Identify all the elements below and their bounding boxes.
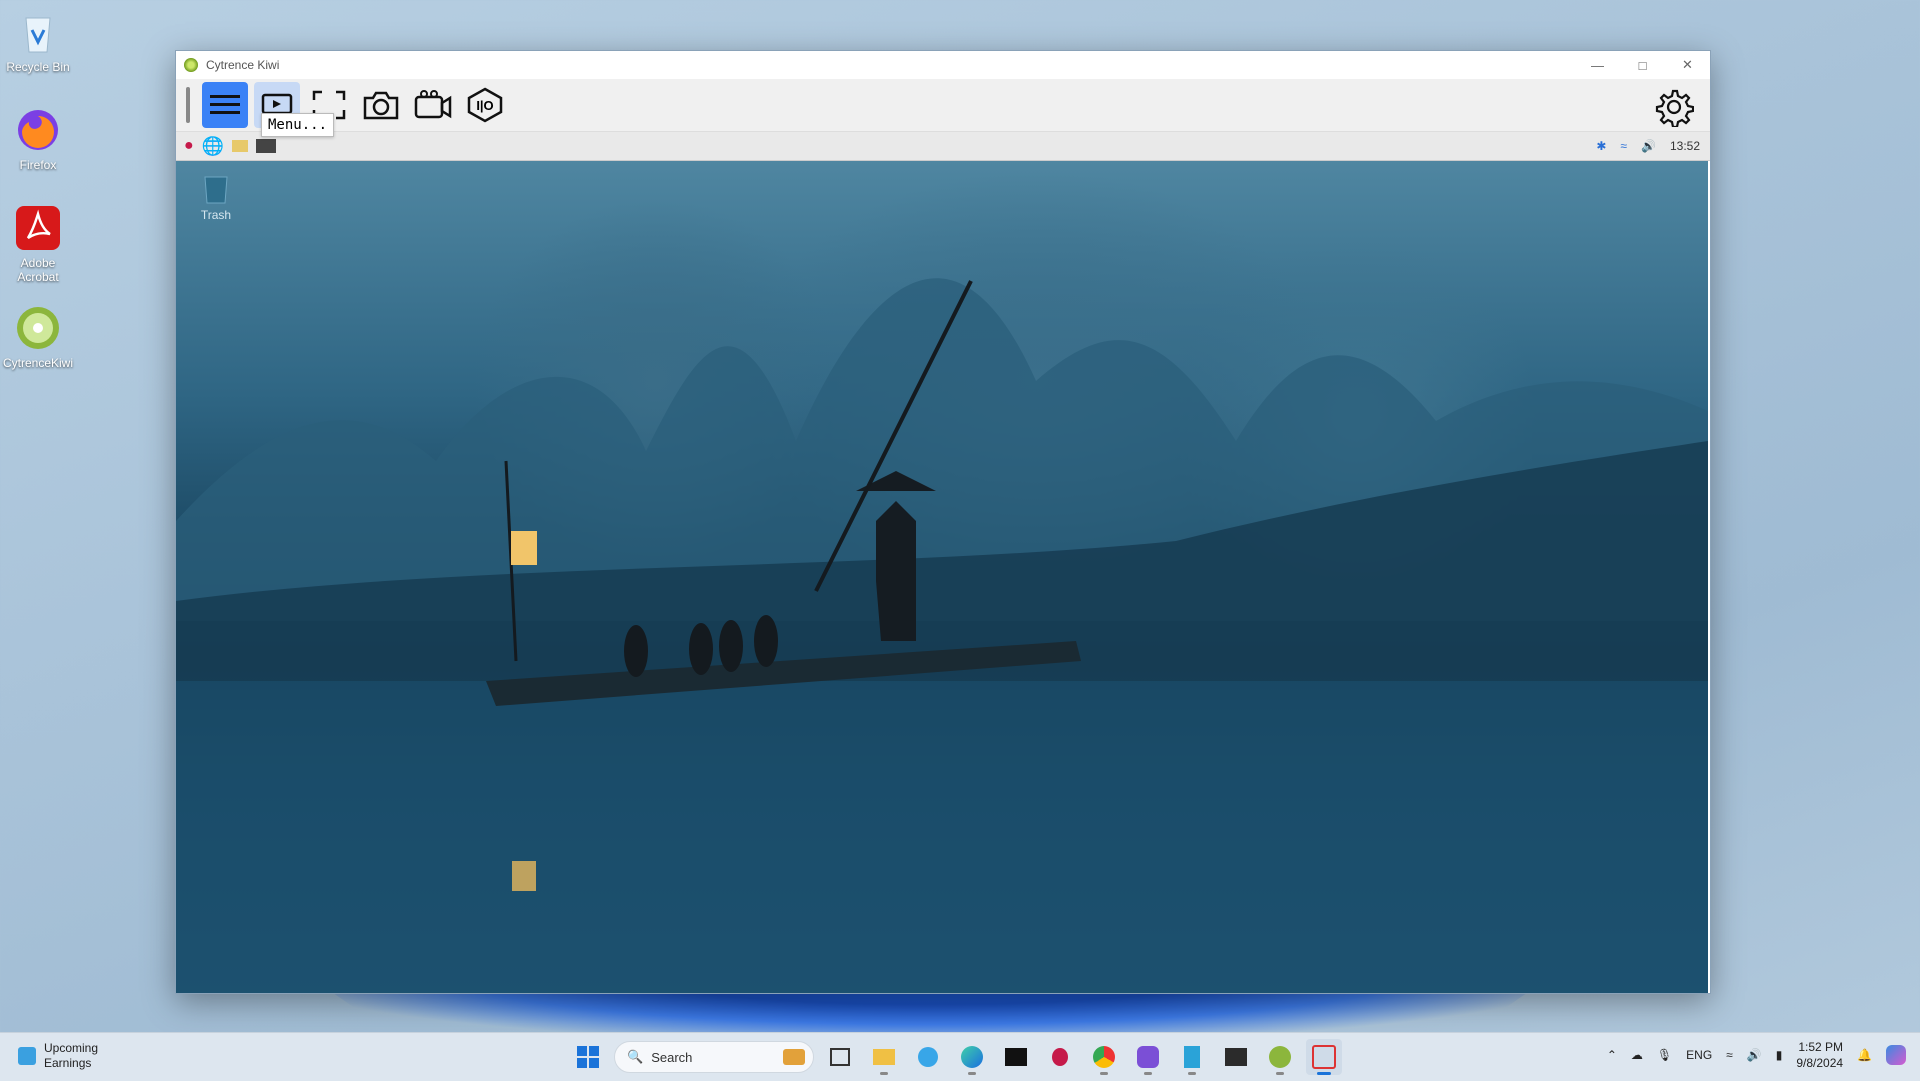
notepad-button[interactable] [1174,1039,1210,1075]
terminal-icon[interactable] [256,139,277,153]
kiwi-taskbar-button[interactable] [1262,1039,1298,1075]
weather-subtitle: Earnings [44,1056,92,1070]
windows-icon [577,1046,599,1068]
terminal-app-button[interactable] [998,1039,1034,1075]
chrome-icon [1093,1046,1115,1068]
io-hexagon-icon: I|O [467,87,503,123]
chrome-button[interactable] [1086,1039,1122,1075]
recycle-bin-icon [14,8,62,56]
stocks-icon [18,1047,36,1065]
edge-icon [961,1046,983,1068]
store-icon [918,1047,938,1067]
camera-icon [363,91,399,120]
cytrencekiwi-desktop-icon[interactable]: CytrenceKiwi [0,304,76,370]
remote-panel-bar: ● 🌐 ✱ ≈ 🔊 13:52 [176,132,1710,161]
adobe-acrobat-icon [14,204,62,252]
clock-date: 9/8/2024 [1796,1056,1844,1070]
screenshot-button[interactable] [358,82,404,128]
gear-icon [1655,89,1695,129]
browser-globe-icon[interactable]: 🌐 [202,136,224,157]
window-titlebar[interactable]: Cytrence Kiwi — □ ✕ [176,51,1710,79]
search-highlight-icon [783,1049,805,1065]
toolbar-grip[interactable] [186,87,190,123]
weather-widget[interactable]: Upcoming Earnings [18,1041,98,1071]
taskbar: Upcoming Earnings 🔍 Search ⌃ ☁ 🎙 ENG ≈ 🔊 [0,1032,1920,1081]
bluetooth-icon[interactable]: ✱ [1596,139,1606,153]
chat-app-button[interactable] [1130,1039,1166,1075]
menu-tooltip: Menu... [261,113,335,137]
cmd-icon [1005,1048,1027,1066]
video-camera-icon [414,90,452,119]
wifi-tray-icon[interactable]: ≈ [1726,1048,1733,1062]
copilot-icon[interactable] [1886,1045,1906,1065]
file-explorer-button[interactable] [866,1039,902,1075]
acrobat-desktop-icon[interactable]: Adobe Acrobat [0,204,76,284]
raspberry-app-button[interactable] [1042,1039,1078,1075]
raspberry-menu-icon[interactable]: ● [184,137,194,155]
task-view-button[interactable] [822,1039,858,1075]
weather-title: Upcoming [44,1041,99,1055]
io-button[interactable]: I|O [462,82,508,128]
cytrence-kiwi-window: Cytrence Kiwi — □ ✕ I|O Menu... ● 🌐 ✱ ≈ … [175,50,1711,994]
svg-text:I|O: I|O [476,98,493,113]
wallpaper-scene [176,278,1708,993]
kiwi-toolbar: I|O Menu... [176,79,1710,137]
cytrencekiwi-label: CytrenceKiwi [2,356,74,370]
start-button[interactable] [570,1039,606,1075]
record-video-button[interactable] [410,82,456,128]
powershell-button[interactable] [1218,1039,1254,1075]
folder-icon [873,1049,895,1065]
taskbar-search[interactable]: 🔍 Search [614,1041,814,1073]
kiwi-app-icon [184,58,198,72]
remote-desktop-view[interactable]: Trash [176,161,1708,993]
close-button[interactable]: ✕ [1665,51,1710,79]
maximize-button[interactable]: □ [1620,51,1665,79]
acrobat-label: Adobe Acrobat [17,256,59,284]
notification-bell-icon[interactable]: 🔔 [1857,1048,1872,1062]
chat-icon [1137,1046,1159,1068]
recycle-bin-label: Recycle Bin [6,60,70,74]
edge-button[interactable] [954,1039,990,1075]
menu-button[interactable] [202,82,248,128]
clock-time: 1:52 PM [1798,1040,1844,1054]
kiwi-icon [14,304,62,352]
store-button[interactable] [910,1039,946,1075]
battery-icon[interactable]: ▮ [1776,1048,1783,1062]
recycle-bin-desktop-icon[interactable]: Recycle Bin [0,8,76,74]
kiwi-taskbar-icon [1269,1046,1291,1068]
hamburger-icon [210,95,240,114]
settings-button[interactable] [1654,87,1695,132]
volume-tray-icon[interactable]: 🔊 [1747,1048,1762,1062]
firefox-icon [14,106,62,154]
snipping-tool-button[interactable] [1306,1039,1342,1075]
chevron-up-icon[interactable]: ⌃ [1607,1048,1617,1062]
file-manager-icon[interactable] [232,140,249,152]
firefox-desktop-icon[interactable]: Firefox [0,106,76,172]
microphone-icon[interactable]: 🎙 [1657,1048,1672,1062]
wifi-icon[interactable]: ≈ [1620,139,1627,153]
system-tray: ⌃ ☁ 🎙 ENG ≈ 🔊 ▮ 1:52 PM 9/8/2024 🔔 [1607,1039,1906,1071]
task-view-icon [830,1048,850,1066]
search-placeholder: Search [651,1049,693,1065]
search-icon: 🔍 [627,1049,644,1064]
raspberry-icon [1052,1048,1068,1066]
window-title: Cytrence Kiwi [206,58,280,72]
minimize-button[interactable]: — [1575,51,1620,79]
volume-icon[interactable]: 🔊 [1641,139,1656,153]
onedrive-icon[interactable]: ☁ [1631,1048,1643,1062]
snip-icon [1312,1045,1336,1069]
language-indicator[interactable]: ENG [1686,1048,1712,1062]
firefox-label: Firefox [19,158,57,172]
taskbar-clock[interactable]: 1:52 PM 9/8/2024 [1796,1039,1843,1071]
remote-clock: 13:52 [1669,139,1700,153]
powershell-icon [1225,1048,1247,1066]
notepad-icon [1184,1046,1200,1068]
